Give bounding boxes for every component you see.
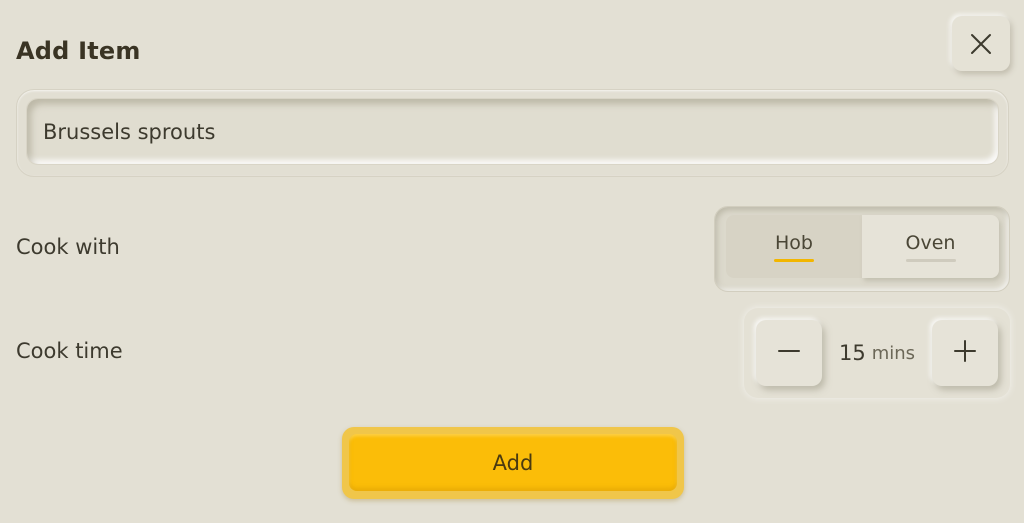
- cook-with-label: Cook with: [16, 235, 120, 259]
- segment-hob[interactable]: Hob: [726, 215, 862, 278]
- add-button-frame: Add: [342, 427, 684, 499]
- segment-oven-label: Oven: [905, 231, 956, 254]
- cook-time-number: 15: [838, 341, 866, 365]
- cook-with-segmented-control: Hob Oven: [714, 206, 1010, 292]
- close-button[interactable]: [952, 16, 1010, 71]
- item-name-field-well: [26, 98, 999, 165]
- increment-button[interactable]: [932, 320, 998, 386]
- segment-hob-label: Hob: [775, 231, 813, 254]
- add-item-dialog: Add Item Cook with Hob Oven Cook time: [0, 0, 1024, 523]
- minus-icon: [777, 339, 801, 367]
- cook-time-stepper: 15 mins: [744, 308, 1010, 398]
- cook-time-value: 15 mins: [822, 320, 932, 386]
- cook-time-label: Cook time: [16, 339, 123, 363]
- cook-time-unit: mins: [871, 342, 916, 364]
- add-button[interactable]: Add: [349, 434, 677, 491]
- close-icon: [970, 33, 992, 55]
- item-name-field-frame: [16, 89, 1009, 177]
- decrement-button[interactable]: [756, 320, 822, 386]
- plus-icon: [953, 339, 977, 367]
- segment-oven[interactable]: Oven: [862, 215, 999, 278]
- dialog-title: Add Item: [16, 37, 141, 65]
- segment-hob-selected-indicator: [774, 258, 814, 262]
- item-name-input[interactable]: [43, 99, 973, 164]
- segment-oven-indicator: [905, 258, 956, 262]
